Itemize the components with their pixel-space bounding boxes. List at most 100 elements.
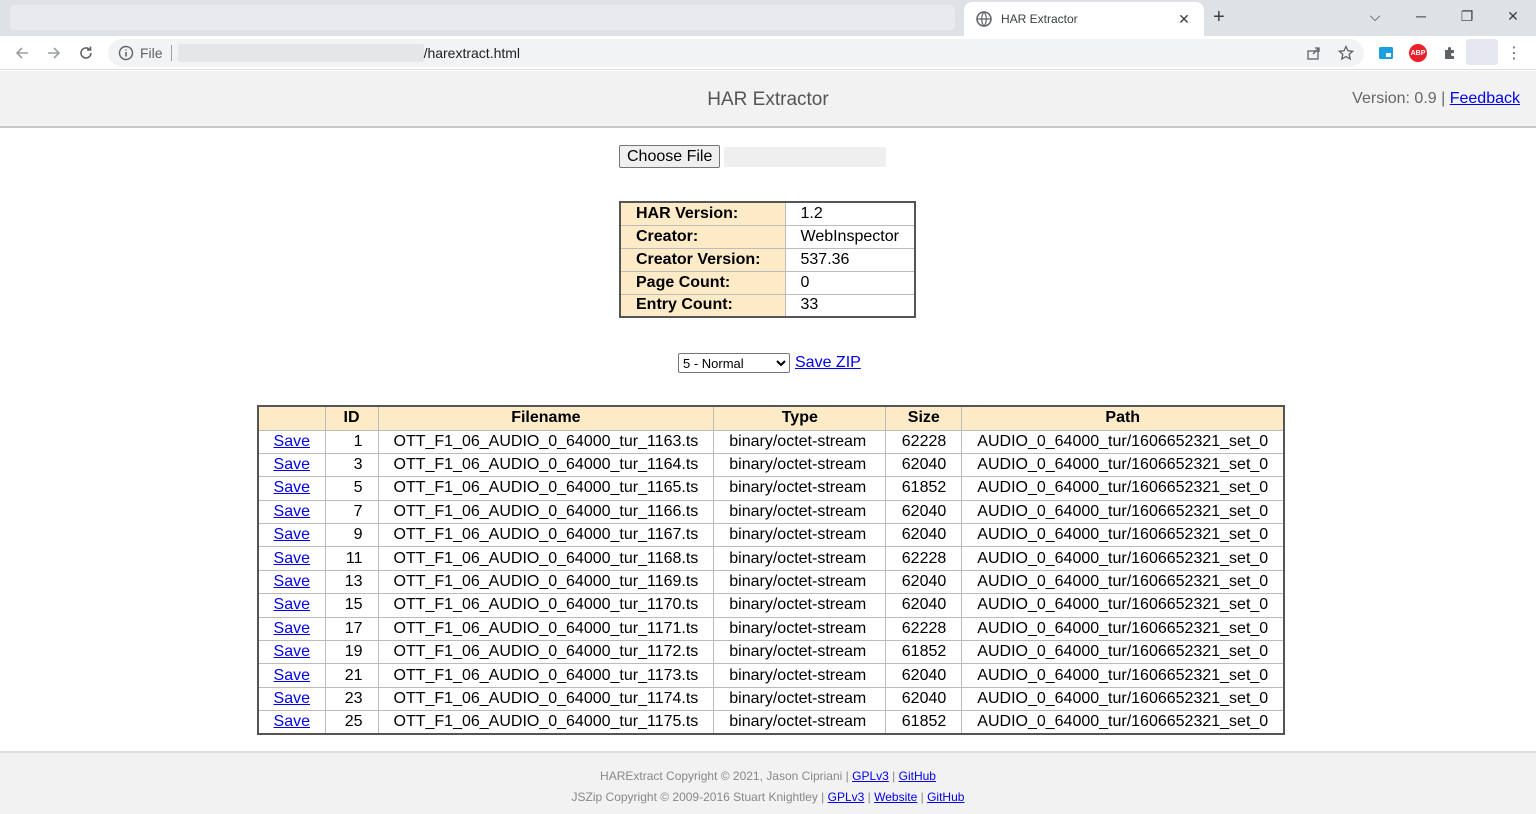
save-link[interactable]: Save	[274, 620, 310, 637]
id-cell: 7	[324, 499, 379, 525]
save-cell: Save	[257, 523, 326, 548]
id-cell: 13	[324, 569, 379, 595]
footer-separator: |	[892, 769, 896, 783]
column-header-save	[257, 405, 326, 431]
path-cell: AUDIO_0_64000_tur/1606652321_set_0	[961, 640, 1285, 665]
address-separator	[170, 45, 172, 61]
save-link[interactable]: Save	[274, 433, 310, 450]
filename-cell: OTT_F1_06_AUDIO_0_64000_tur_1172.ts	[377, 640, 715, 665]
jszip-github-link[interactable]: GitHub	[927, 790, 964, 804]
save-link[interactable]: Save	[274, 667, 310, 684]
version-info: Version: 0.9 | Feedback	[1352, 90, 1520, 108]
filename-cell: OTT_F1_06_AUDIO_0_64000_tur_1166.ts	[377, 499, 715, 525]
save-cell: Save	[257, 686, 326, 712]
close-tab-icon[interactable]: ✕	[1176, 11, 1192, 28]
star-icon[interactable]	[1337, 44, 1355, 62]
filename-cell: OTT_F1_06_AUDIO_0_64000_tur_1170.ts	[377, 593, 715, 618]
entries-table: ID Filename Type Size Path Save 1 OTT_F1_06_AU…	[257, 405, 1286, 736]
harextract-gplv3-link[interactable]: GPLv3	[852, 769, 889, 783]
save-zip-link[interactable]: Save ZIP	[795, 354, 861, 372]
id-cell: 21	[324, 663, 379, 688]
filename-cell: OTT_F1_06_AUDIO_0_64000_tur_1169.ts	[377, 569, 715, 595]
id-cell: 15	[324, 593, 379, 618]
reload-icon[interactable]	[75, 42, 97, 64]
type-cell: binary/octet-stream	[713, 710, 887, 735]
save-link[interactable]: Save	[274, 456, 310, 473]
entries-header-row: ID Filename Type Size Path	[257, 405, 1285, 431]
choose-file-button[interactable]: Choose File	[619, 145, 721, 168]
save-link[interactable]: Save	[274, 479, 310, 496]
save-cell: Save	[257, 616, 326, 642]
type-cell: binary/octet-stream	[713, 616, 887, 642]
save-cell: Save	[257, 663, 326, 688]
filename-cell: OTT_F1_06_AUDIO_0_64000_tur_1175.ts	[377, 710, 715, 735]
chevron-down-icon[interactable]: ⌵	[1352, 0, 1398, 32]
size-cell: 62040	[885, 686, 963, 712]
puzzle-icon[interactable]	[1441, 44, 1459, 62]
file-input-row: Choose File	[619, 145, 887, 168]
feedback-link[interactable]: Feedback	[1450, 90, 1520, 107]
jszip-copyright: JSZip Copyright © 2009-2016 Stuart Knigh…	[571, 790, 825, 804]
jszip-website-link[interactable]: Website	[874, 790, 917, 804]
id-cell: 11	[324, 546, 379, 571]
share-icon[interactable]	[1305, 44, 1323, 62]
save-link[interactable]: Save	[274, 526, 310, 543]
file-name-redacted	[724, 146, 887, 167]
other-tabs-redacted[interactable]	[10, 5, 955, 30]
save-link[interactable]: Save	[274, 573, 310, 590]
size-cell: 62228	[885, 546, 963, 571]
footer-line-harextract: HARExtract Copyright © 2021, Jason Cipri…	[0, 769, 1536, 783]
info-icon[interactable]	[118, 45, 134, 61]
size-cell: 62228	[885, 429, 963, 454]
filename-cell: OTT_F1_06_AUDIO_0_64000_tur_1164.ts	[377, 452, 715, 478]
size-cell: 62040	[885, 569, 963, 595]
type-cell: binary/octet-stream	[713, 546, 887, 571]
filename-cell: OTT_F1_06_AUDIO_0_64000_tur_1173.ts	[377, 663, 715, 688]
column-header-type: Type	[713, 405, 887, 431]
kebab-menu-icon[interactable]: ⋮	[1506, 43, 1522, 63]
save-link[interactable]: Save	[274, 713, 310, 730]
arrow-right-icon[interactable]	[43, 42, 65, 64]
type-cell: binary/octet-stream	[713, 593, 887, 618]
save-link[interactable]: Save	[274, 643, 310, 660]
id-cell: 5	[324, 476, 379, 501]
arrow-left-icon[interactable]	[11, 42, 33, 64]
table-row: Save 19 OTT_F1_06_AUDIO_0_64000_tur_1172.t…	[257, 640, 1285, 665]
save-link[interactable]: Save	[274, 596, 310, 613]
address-bar[interactable]: File /harextract.html	[108, 39, 1364, 67]
jszip-gplv3-link[interactable]: GPLv3	[828, 790, 865, 804]
save-link[interactable]: Save	[274, 690, 310, 707]
har-info-value: 0	[784, 270, 916, 295]
harextract-github-link[interactable]: GitHub	[899, 769, 936, 783]
restore-icon[interactable]: ❐	[1444, 0, 1490, 32]
save-cell: Save	[257, 710, 326, 735]
minimize-icon[interactable]: ─	[1398, 0, 1444, 32]
compression-select[interactable]: 5 - Normal	[678, 353, 790, 373]
id-cell: 3	[324, 452, 379, 478]
table-row: Save 13 OTT_F1_06_AUDIO_0_64000_tur_1169.t…	[257, 569, 1285, 595]
adblock-icon[interactable]: ABP	[1409, 44, 1427, 62]
new-tab-icon[interactable]: +	[1213, 6, 1225, 29]
active-tab[interactable]: HAR Extractor ✕	[964, 2, 1204, 36]
har-info-value: WebInspector	[784, 224, 916, 249]
save-link[interactable]: Save	[274, 550, 310, 567]
filename-cell: OTT_F1_06_AUDIO_0_64000_tur_1165.ts	[377, 476, 715, 501]
zip-controls: 5 - Normal Save ZIP	[678, 353, 861, 373]
table-row: Save 25 OTT_F1_06_AUDIO_0_64000_tur_1175.t…	[257, 710, 1285, 735]
type-cell: binary/octet-stream	[713, 640, 887, 665]
close-window-icon[interactable]: ✕	[1490, 0, 1536, 32]
profile-avatar[interactable]	[1466, 39, 1498, 65]
table-row: Save 1 OTT_F1_06_AUDIO_0_64000_tur_1163.ts…	[257, 429, 1285, 454]
page-title: HAR Extractor	[707, 89, 829, 110]
path-cell: AUDIO_0_64000_tur/1606652321_set_0	[961, 686, 1285, 712]
type-cell: binary/octet-stream	[713, 429, 887, 454]
version-text: Version: 0.9	[1352, 90, 1437, 107]
address-redacted	[177, 44, 424, 62]
column-header-path: Path	[961, 405, 1285, 431]
save-link[interactable]: Save	[274, 503, 310, 520]
tab-title: HAR Extractor	[1001, 12, 1078, 26]
path-cell: AUDIO_0_64000_tur/1606652321_set_0	[961, 452, 1285, 478]
har-info-row: Creator: WebInspector	[619, 224, 916, 249]
extension-screen-icon[interactable]	[1377, 44, 1395, 62]
globe-icon	[976, 11, 992, 27]
